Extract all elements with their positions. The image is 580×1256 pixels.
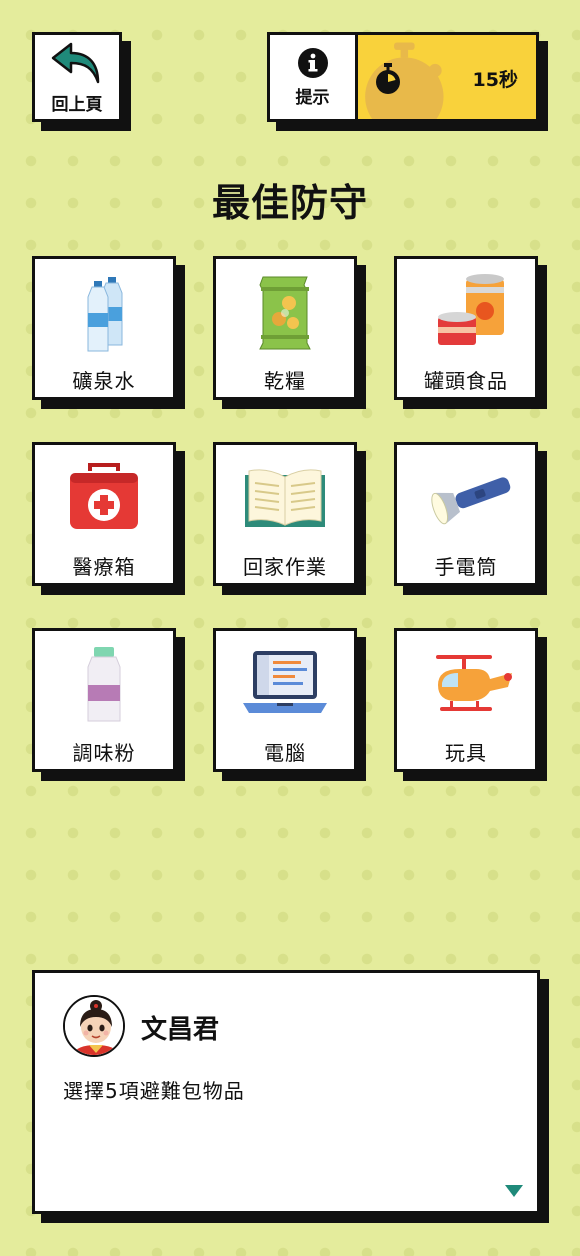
stopwatch-icon — [376, 63, 400, 94]
snack-bag-icon — [235, 273, 335, 353]
item-label: 玩具 — [445, 741, 487, 765]
laptop-icon — [235, 645, 335, 725]
info-icon — [297, 47, 328, 78]
seasoning-bottle-icon — [54, 645, 154, 725]
dialog-box: 文昌君 選擇5項避難包物品 — [32, 970, 540, 1214]
water-bottles-icon — [54, 273, 154, 353]
item-label: 手電筒 — [434, 555, 498, 579]
item-card-computer[interactable]: 電腦 — [213, 628, 357, 772]
flashlight-icon — [416, 459, 516, 539]
dialog-text: 選擇5項避難包物品 — [63, 1079, 245, 1103]
timer-text: 15秒 — [472, 69, 518, 91]
item-card-homework[interactable]: 回家作業 — [213, 442, 357, 586]
canned-food-icon — [416, 273, 516, 353]
item-card-dry-food[interactable]: 乾糧 — [213, 256, 357, 400]
item-card-toy[interactable]: 玩具 — [394, 628, 538, 772]
hint-timer-panel: 提示 15秒 — [267, 32, 539, 122]
item-card-flashlight[interactable]: 手電筒 — [394, 442, 538, 586]
item-label: 乾糧 — [264, 369, 306, 393]
toy-helicopter-icon — [416, 645, 516, 725]
back-button[interactable]: 回上頁 — [32, 32, 122, 122]
item-card-water[interactable]: 礦泉水 — [32, 256, 176, 400]
item-label: 電腦 — [264, 741, 306, 765]
back-label: 回上頁 — [51, 94, 103, 115]
item-label: 回家作業 — [243, 555, 327, 579]
back-arrow-icon — [51, 42, 100, 83]
speaker-name: 文昌君 — [141, 1015, 220, 1045]
first-aid-kit-icon — [54, 459, 154, 539]
hint-label: 提示 — [295, 87, 330, 108]
item-card-canned-food[interactable]: 罐頭食品 — [394, 256, 538, 400]
page-title: 最佳防守 — [211, 181, 368, 225]
next-triangle-icon[interactable] — [505, 1185, 523, 1197]
item-label: 醫療箱 — [72, 555, 136, 579]
avatar — [63, 995, 125, 1057]
item-card-seasoning[interactable]: 調味粉 — [32, 628, 176, 772]
item-card-first-aid[interactable]: 醫療箱 — [32, 442, 176, 586]
item-label: 礦泉水 — [72, 369, 136, 393]
hint-button[interactable]: 提示 — [270, 35, 358, 119]
timer: 15秒 — [358, 35, 536, 119]
open-book-icon — [235, 459, 335, 539]
item-label: 調味粉 — [72, 741, 136, 765]
item-label: 罐頭食品 — [424, 369, 508, 393]
